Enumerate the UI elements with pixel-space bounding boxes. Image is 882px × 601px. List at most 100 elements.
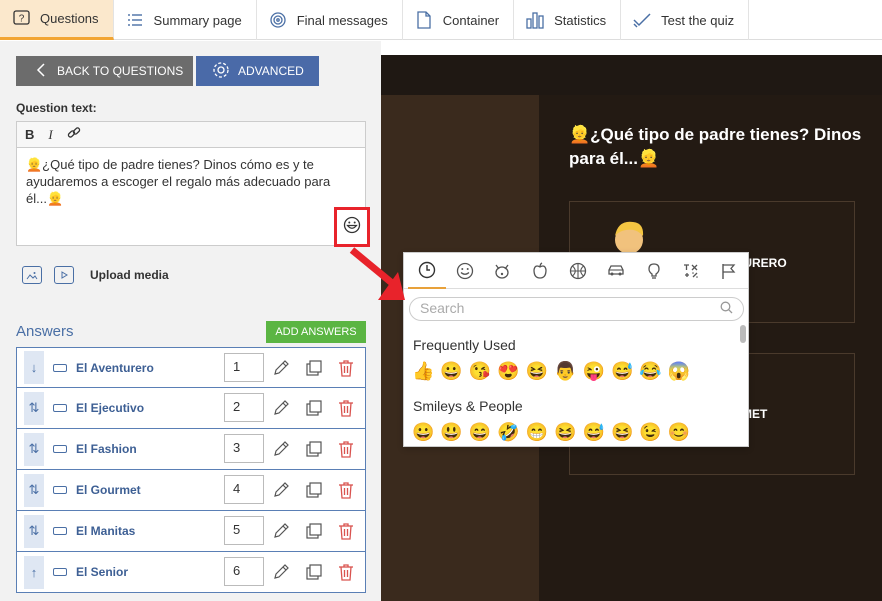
move-handle[interactable]: ⇅ <box>24 514 44 548</box>
tab-statistics[interactable]: Statistics <box>514 0 622 40</box>
move-up-handle[interactable]: ↑ <box>24 555 44 589</box>
smileys-tab[interactable] <box>446 253 484 289</box>
search-icon <box>720 301 733 317</box>
tab-summary-page[interactable]: Summary page <box>114 0 257 40</box>
answer-order-input[interactable]: 4 <box>224 475 264 504</box>
tab-label: Container <box>442 12 500 28</box>
answer-row: ↑ El Senior 6 <box>16 552 366 593</box>
upload-media-link[interactable]: Upload media <box>90 268 169 282</box>
tab-questions[interactable]: ? Questions <box>0 0 114 40</box>
answer-name[interactable]: El Fashion <box>76 442 216 456</box>
answer-name[interactable]: El Aventurero <box>76 361 216 375</box>
duplicate-icon[interactable] <box>303 520 325 542</box>
answer-type-icon <box>53 568 67 576</box>
answer-order-input[interactable]: 2 <box>224 393 264 422</box>
emoji-search-input[interactable]: Search <box>409 297 744 321</box>
italic-icon[interactable]: I <box>48 127 52 143</box>
tab-label: Summary page <box>153 12 242 28</box>
activity-tab[interactable] <box>559 253 597 289</box>
back-label: BACK TO QUESTIONS <box>57 64 184 78</box>
emoji-joy[interactable]: 😂 <box>639 361 661 382</box>
tab-container[interactable]: Container <box>403 0 515 40</box>
duplicate-icon[interactable] <box>303 561 325 583</box>
flags-tab[interactable] <box>710 253 748 289</box>
answer-name[interactable]: El Senior <box>76 565 216 579</box>
move-handle[interactable]: ⇅ <box>24 391 44 425</box>
edit-icon[interactable] <box>270 520 292 542</box>
duplicate-icon[interactable] <box>303 357 325 379</box>
move-down-handle[interactable]: ↓ <box>24 351 44 384</box>
tab-final-messages[interactable]: Final messages <box>257 0 403 40</box>
edit-icon[interactable] <box>270 479 292 501</box>
emoji-smiley[interactable]: 😆 <box>611 422 633 443</box>
emoji-smiley[interactable]: 😁 <box>526 422 548 443</box>
back-to-questions-button[interactable]: BACK TO QUESTIONS <box>16 56 193 86</box>
edit-icon[interactable] <box>270 397 292 419</box>
emoji-smiley[interactable]: 😅 <box>583 422 605 443</box>
answer-order-input[interactable]: 5 <box>224 516 264 545</box>
emoji-smiley[interactable]: 😆 <box>554 422 576 443</box>
edit-icon[interactable] <box>270 438 292 460</box>
emoji-man[interactable]: 👨 <box>554 361 576 382</box>
delete-icon[interactable] <box>335 561 357 583</box>
duplicate-icon[interactable] <box>303 438 325 460</box>
move-handle[interactable]: ⇅ <box>24 432 44 466</box>
delete-icon[interactable] <box>335 479 357 501</box>
emoji-scrollbar[interactable] <box>740 325 746 343</box>
question-text-content[interactable]: 👱¿Qué tipo de padre tienes? Dinos cómo e… <box>17 148 362 215</box>
answer-order-input[interactable]: 6 <box>224 557 264 586</box>
answers-list: ↓ El Aventurero 1 ⇅ El Ejecutivo 2 ⇅ El … <box>16 347 366 593</box>
advanced-button[interactable]: ADVANCED <box>196 56 319 86</box>
travel-tab[interactable] <box>597 253 635 289</box>
answer-order-input[interactable]: 3 <box>224 434 264 463</box>
tab-test-the-quiz[interactable]: Test the quiz <box>621 0 750 40</box>
advanced-label: ADVANCED <box>238 64 304 78</box>
emoji-kiss[interactable]: 😘 <box>469 361 491 382</box>
delete-icon[interactable] <box>335 520 357 542</box>
delete-icon[interactable] <box>335 397 357 419</box>
emoji-smiley[interactable]: 😀 <box>412 422 434 443</box>
answer-order-input[interactable]: 1 <box>224 353 264 382</box>
question-text-editor[interactable]: B I 👱¿Qué tipo de padre tienes? Dinos có… <box>16 121 366 246</box>
emoji-scream[interactable]: 😱 <box>668 361 690 382</box>
emoji-smiley[interactable]: 😃 <box>440 422 462 443</box>
recent-emoji-tab[interactable] <box>408 253 446 289</box>
emoji-thumbs-up[interactable]: 👍 <box>412 361 434 382</box>
animals-tab[interactable] <box>484 253 522 289</box>
video-icon[interactable] <box>54 266 74 284</box>
objects-tab[interactable] <box>635 253 673 289</box>
move-handle[interactable]: ⇅ <box>24 473 44 507</box>
edit-icon[interactable] <box>270 357 292 379</box>
bold-icon[interactable]: B <box>25 127 34 142</box>
answer-name[interactable]: El Ejecutivo <box>76 401 216 415</box>
answers-title: Answers <box>16 323 74 340</box>
emoji-wink-tongue[interactable]: 😜 <box>583 361 605 382</box>
emoji-sweat-smile[interactable]: 😅 <box>611 361 633 382</box>
emoji-picker-button[interactable] <box>334 207 370 247</box>
emoji-laughing[interactable]: 😆 <box>526 361 548 382</box>
top-tabs: ? Questions Summary page Final messages … <box>0 0 882 40</box>
emoji-smiley[interactable]: 😄 <box>469 422 491 443</box>
delete-icon[interactable] <box>335 438 357 460</box>
emoji-smiley[interactable]: 🤣 <box>497 422 519 443</box>
symbols-tab[interactable] <box>672 253 710 289</box>
delete-icon[interactable] <box>335 357 357 379</box>
add-answers-button[interactable]: ADD ANSWERS <box>266 321 366 343</box>
preview-header-strip <box>381 55 882 95</box>
answer-type-icon <box>53 445 67 453</box>
media-row: Upload media <box>22 266 169 284</box>
food-tab[interactable] <box>521 253 559 289</box>
edit-icon[interactable] <box>270 561 292 583</box>
answer-name[interactable]: El Manitas <box>76 524 216 538</box>
tab-label: Statistics <box>554 12 607 28</box>
duplicate-icon[interactable] <box>303 479 325 501</box>
link-icon[interactable] <box>67 126 81 143</box>
image-icon[interactable] <box>22 266 42 284</box>
duplicate-icon[interactable] <box>303 397 325 419</box>
answer-name[interactable]: El Gourmet <box>76 483 216 497</box>
emoji-category-bar <box>404 253 748 289</box>
emoji-smiley[interactable]: 😊 <box>668 422 690 443</box>
emoji-heart-eyes[interactable]: 😍 <box>497 361 519 382</box>
emoji-grinning[interactable]: 😀 <box>440 361 462 382</box>
emoji-smiley[interactable]: 😉 <box>639 422 661 443</box>
